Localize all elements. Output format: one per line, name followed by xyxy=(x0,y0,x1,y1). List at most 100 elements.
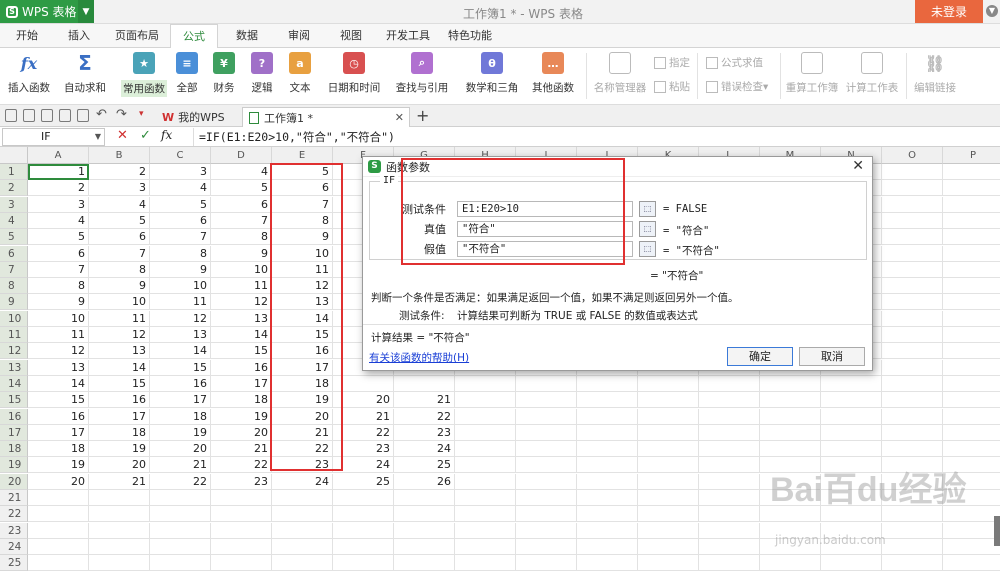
cell[interactable] xyxy=(699,375,760,392)
cell[interactable] xyxy=(211,506,272,523)
cell[interactable]: 21 xyxy=(394,392,455,409)
cell[interactable] xyxy=(638,538,699,555)
cell[interactable] xyxy=(516,522,577,539)
cell[interactable] xyxy=(882,245,943,262)
row-header[interactable]: 22 xyxy=(0,506,28,523)
cell[interactable] xyxy=(943,343,1000,360)
cell[interactable] xyxy=(943,278,1000,295)
cell[interactable] xyxy=(821,555,882,571)
cell[interactable] xyxy=(394,375,455,392)
cell[interactable] xyxy=(943,164,1000,180)
cell[interactable] xyxy=(333,506,394,523)
cell[interactable] xyxy=(760,392,821,409)
row-header[interactable]: 7 xyxy=(0,261,28,278)
cell[interactable] xyxy=(333,522,394,539)
cell[interactable] xyxy=(577,522,638,539)
cell[interactable] xyxy=(638,424,699,441)
cell[interactable]: 17 xyxy=(150,392,211,409)
column-header[interactable]: D xyxy=(211,147,272,164)
cell[interactable] xyxy=(211,490,272,506)
cell[interactable] xyxy=(943,294,1000,311)
cell[interactable]: 11 xyxy=(28,327,89,343)
print-icon[interactable] xyxy=(41,109,53,122)
cell[interactable] xyxy=(882,392,943,409)
cell[interactable] xyxy=(516,457,577,474)
cell[interactable]: 10 xyxy=(211,261,272,278)
range-picker-icon[interactable]: ⬚ xyxy=(639,221,656,237)
cell[interactable] xyxy=(455,555,516,571)
cell[interactable] xyxy=(943,246,1000,262)
cell[interactable] xyxy=(455,375,516,392)
cell[interactable]: 22 xyxy=(211,457,272,474)
cell[interactable] xyxy=(333,538,394,555)
new-file-icon[interactable] xyxy=(5,109,17,122)
cell[interactable] xyxy=(882,294,943,311)
cell[interactable] xyxy=(943,180,1000,197)
cell[interactable] xyxy=(638,490,699,506)
cell[interactable]: 5 xyxy=(89,212,150,229)
cell[interactable] xyxy=(272,506,333,523)
cell[interactable] xyxy=(28,555,89,571)
row-header[interactable]: 2 xyxy=(0,180,28,197)
cell[interactable] xyxy=(943,392,1000,409)
column-header[interactable]: C xyxy=(150,147,211,164)
cell[interactable]: 14 xyxy=(211,327,272,343)
cell[interactable] xyxy=(882,327,943,343)
cell[interactable]: 3 xyxy=(150,164,211,180)
cell[interactable]: 17 xyxy=(211,375,272,392)
cell[interactable]: 23 xyxy=(211,473,272,490)
cell[interactable] xyxy=(943,213,1000,229)
row-header[interactable]: 19 xyxy=(0,457,28,474)
cell[interactable]: 9 xyxy=(150,261,211,278)
cell[interactable] xyxy=(882,424,943,441)
cell[interactable] xyxy=(89,506,150,523)
cell[interactable]: 16 xyxy=(28,408,89,425)
row-header[interactable]: 20 xyxy=(0,473,28,490)
cell[interactable]: 3 xyxy=(89,180,150,197)
cell[interactable]: 19 xyxy=(150,424,211,441)
cell[interactable] xyxy=(760,424,821,441)
cell[interactable] xyxy=(516,441,577,458)
cell[interactable] xyxy=(882,375,943,392)
all-functions-button[interactable]: ≡ 全部 xyxy=(174,52,200,95)
cell[interactable]: 12 xyxy=(28,343,89,360)
tab-review[interactable]: 审阅 xyxy=(278,24,320,48)
column-header[interactable]: P xyxy=(943,147,1000,164)
cell[interactable] xyxy=(699,408,760,425)
cell[interactable] xyxy=(699,457,760,474)
cell[interactable] xyxy=(150,506,211,523)
cell[interactable] xyxy=(211,555,272,571)
cell[interactable]: 21 xyxy=(150,457,211,474)
cell[interactable] xyxy=(516,538,577,555)
cell[interactable]: 13 xyxy=(28,359,89,376)
cell[interactable] xyxy=(516,555,577,571)
ok-button[interactable]: 确定 xyxy=(727,347,793,366)
cell[interactable] xyxy=(882,441,943,458)
vertical-scrollbar[interactable] xyxy=(994,516,1000,546)
cell[interactable] xyxy=(394,555,455,571)
row-header[interactable]: 11 xyxy=(0,327,28,343)
cell[interactable] xyxy=(882,310,943,327)
cell[interactable] xyxy=(699,424,760,441)
cell[interactable]: 18 xyxy=(211,392,272,409)
cell[interactable]: 8 xyxy=(150,245,211,262)
cell[interactable] xyxy=(882,555,943,571)
fx-icon[interactable]: fx xyxy=(161,128,172,142)
cell[interactable] xyxy=(28,522,89,539)
cell[interactable] xyxy=(882,408,943,425)
cell[interactable]: 15 xyxy=(150,359,211,376)
cell[interactable] xyxy=(943,425,1000,441)
tab-formula[interactable]: 公式 xyxy=(170,24,218,48)
cell[interactable] xyxy=(577,441,638,458)
cell[interactable]: 17 xyxy=(89,408,150,425)
cell[interactable] xyxy=(943,262,1000,278)
row-header[interactable]: 15 xyxy=(0,392,28,409)
cell[interactable] xyxy=(638,473,699,490)
cell[interactable] xyxy=(272,538,333,555)
lookup-button[interactable]: ⌕ 查找与引用 xyxy=(390,52,454,95)
cell[interactable]: 7 xyxy=(89,245,150,262)
cell[interactable]: 9 xyxy=(28,294,89,311)
cell[interactable] xyxy=(89,522,150,539)
cell[interactable] xyxy=(699,441,760,458)
autosum-button[interactable]: Σ 自动求和 xyxy=(58,51,112,95)
